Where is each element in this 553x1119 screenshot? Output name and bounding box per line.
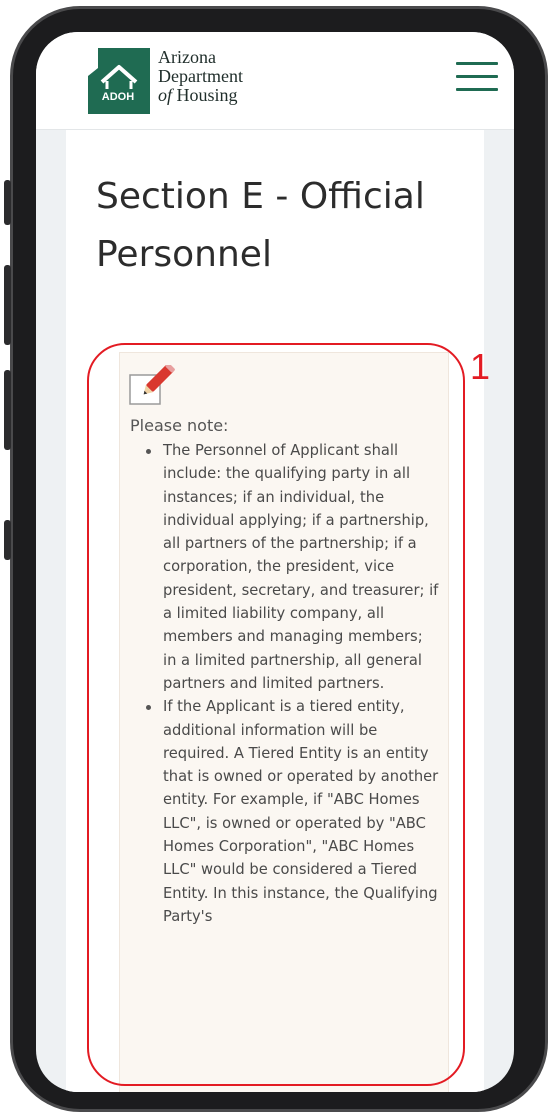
logo-badge-text: ADOH	[102, 91, 134, 103]
pencil-edit-icon	[129, 365, 175, 405]
note-list: The Personnel of Applicant shall include…	[130, 439, 440, 928]
adoh-logo-icon[interactable]: ADOH	[88, 48, 152, 114]
logo-wordmark[interactable]: Arizona Department of Housing	[158, 48, 243, 105]
phone-screen: ADOH Arizona Department of Housing Secti…	[36, 32, 514, 1092]
logo-line-3-of: of	[158, 85, 173, 105]
note-item-tiered-entity: If the Applicant is a tiered entity, add…	[130, 695, 440, 928]
site-header: ADOH Arizona Department of Housing	[36, 32, 514, 130]
page-title: Section E - Official Personnel	[96, 176, 425, 275]
hamburger-menu-icon[interactable]	[456, 62, 498, 96]
logo-line-2: Department	[158, 66, 243, 86]
phone-side-button	[4, 520, 11, 560]
phone-volume-down-button	[4, 370, 11, 450]
note-label: Please note:	[130, 416, 229, 435]
phone-side-button	[4, 180, 11, 225]
note-box: Please note: The Personnel of Applicant …	[119, 352, 449, 1092]
phone-volume-up-button	[4, 265, 11, 345]
annotation-label: 1	[470, 346, 491, 387]
note-item-personnel: The Personnel of Applicant shall include…	[130, 439, 440, 695]
content-card: Section E - Official Personnel Please no…	[66, 130, 484, 1092]
logo-line-1: Arizona	[158, 47, 216, 67]
logo-line-3-housing: Housing	[176, 85, 238, 105]
